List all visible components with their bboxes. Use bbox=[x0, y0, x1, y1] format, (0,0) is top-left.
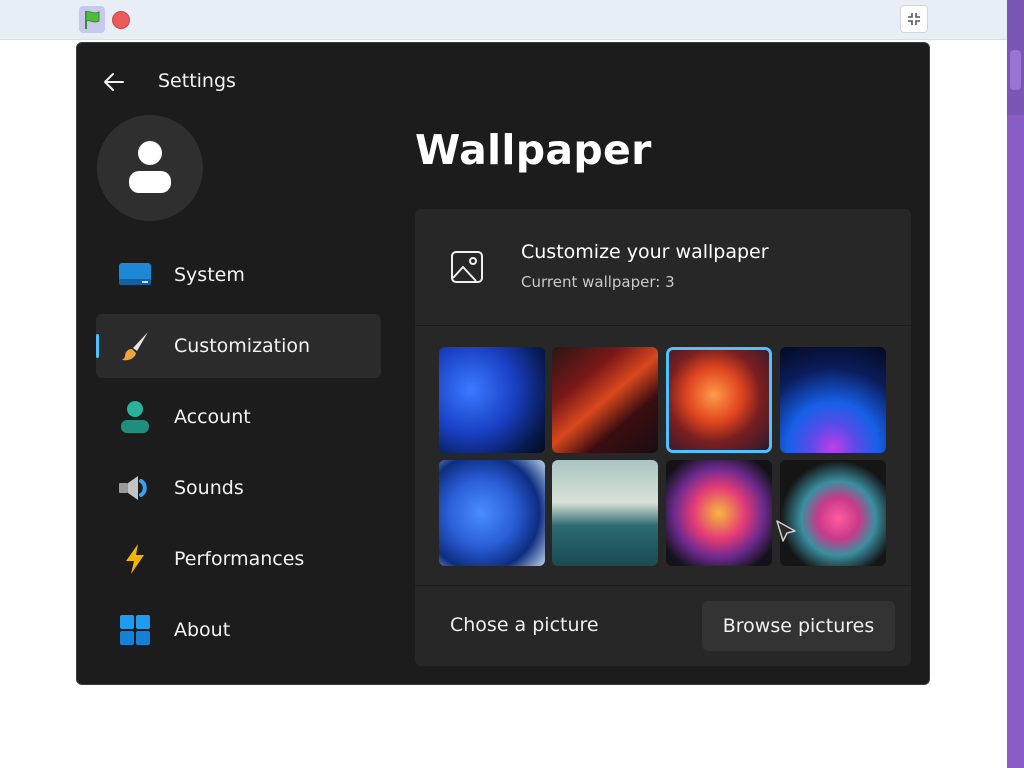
choose-picture-label: Chose a picture bbox=[450, 614, 599, 636]
green-flag-icon bbox=[85, 10, 100, 29]
sidebar-item-label: System bbox=[174, 264, 245, 286]
sidebar-item-label: Customization bbox=[174, 335, 311, 357]
paintbrush-icon bbox=[118, 330, 152, 362]
mouse-cursor-icon bbox=[776, 520, 796, 542]
sidebar-item-label: Sounds bbox=[174, 477, 244, 499]
card-header: Customize your wallpaper Current wallpap… bbox=[415, 209, 911, 326]
app-title: Settings bbox=[158, 70, 236, 92]
wallpaper-thumbnail-1[interactable] bbox=[439, 347, 545, 453]
page-scrollbar[interactable] bbox=[1007, 0, 1024, 768]
wallpaper-thumbnail-2[interactable] bbox=[552, 347, 658, 453]
green-flag-button[interactable] bbox=[79, 6, 105, 33]
sidebar-item-label: Performances bbox=[174, 548, 305, 570]
browse-pictures-button[interactable]: Browse pictures bbox=[702, 601, 895, 651]
user-icon bbox=[129, 141, 171, 193]
sidebar-item-customization[interactable]: Customization bbox=[96, 314, 381, 378]
lightning-icon bbox=[118, 543, 152, 575]
sidebar-item-about[interactable]: About bbox=[96, 598, 381, 662]
settings-window: Settings System Customization Account So… bbox=[76, 42, 930, 685]
person-icon bbox=[118, 401, 152, 433]
wallpaper-thumbnail-5[interactable] bbox=[439, 460, 545, 566]
avatar[interactable] bbox=[97, 115, 203, 221]
back-button[interactable] bbox=[99, 68, 129, 96]
page-title: Wallpaper bbox=[415, 126, 652, 174]
wallpaper-thumbnail-6[interactable] bbox=[552, 460, 658, 566]
card-title: Customize your wallpaper bbox=[521, 241, 769, 263]
arrow-left-icon bbox=[104, 73, 124, 91]
exit-fullscreen-button[interactable] bbox=[900, 5, 928, 33]
active-indicator bbox=[96, 334, 99, 358]
sidebar-item-performances[interactable]: Performances bbox=[96, 527, 381, 591]
wallpaper-card: Customize your wallpaper Current wallpap… bbox=[415, 209, 911, 666]
wallpaper-thumbnail-4[interactable] bbox=[780, 347, 886, 453]
card-footer: Chose a picture Browse pictures bbox=[415, 585, 911, 666]
image-icon bbox=[447, 247, 487, 287]
wallpaper-thumbnail-3[interactable] bbox=[666, 347, 772, 453]
toolbar bbox=[0, 0, 1007, 40]
sidebar-item-sounds[interactable]: Sounds bbox=[96, 456, 381, 520]
wallpaper-thumbnail-8[interactable] bbox=[780, 460, 886, 566]
sidebar-item-label: About bbox=[174, 619, 231, 641]
monitor-icon bbox=[118, 259, 152, 291]
wallpaper-thumbnail-7[interactable] bbox=[666, 460, 772, 566]
current-wallpaper-label: Current wallpaper: 3 bbox=[521, 273, 675, 291]
scrollbar-thumb[interactable] bbox=[1007, 0, 1024, 115]
sidebar-item-account[interactable]: Account bbox=[96, 385, 381, 449]
sidebar-item-system[interactable]: System bbox=[96, 243, 381, 307]
stop-button[interactable] bbox=[112, 11, 130, 29]
scrollbar-grip bbox=[1010, 50, 1021, 90]
windows-logo-icon bbox=[118, 614, 152, 646]
shrink-icon bbox=[908, 13, 920, 25]
speaker-icon bbox=[118, 472, 152, 504]
sidebar-nav: System Customization Account Sounds Perf… bbox=[96, 243, 381, 669]
sidebar-item-label: Account bbox=[174, 406, 251, 428]
